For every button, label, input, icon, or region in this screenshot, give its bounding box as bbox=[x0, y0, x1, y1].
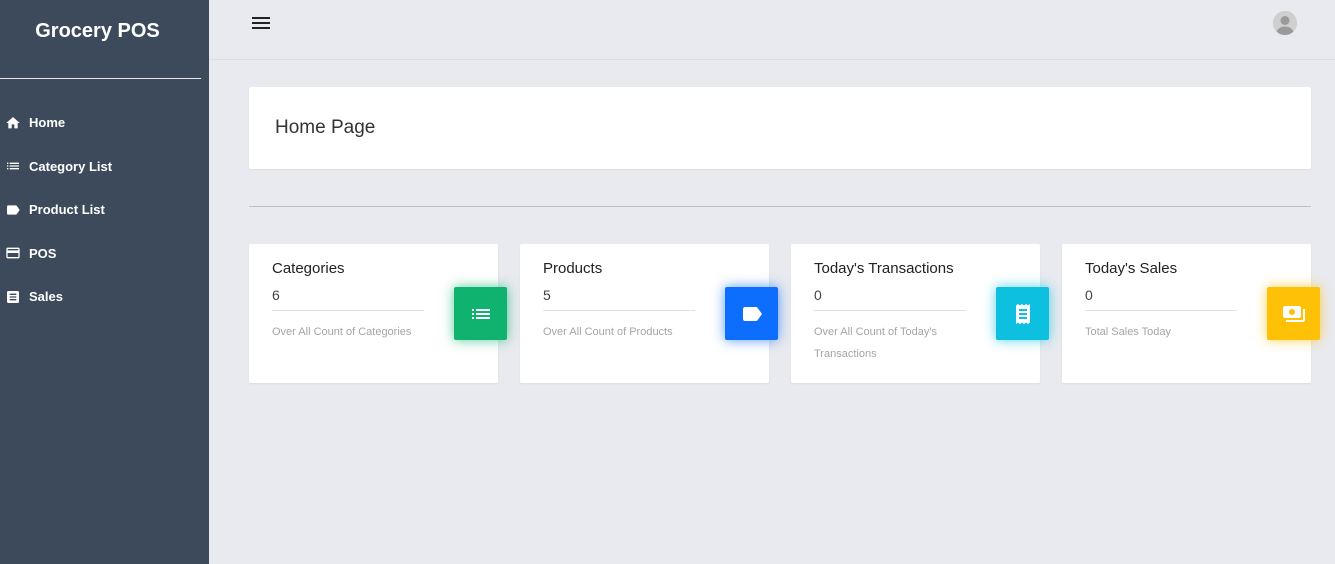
section-divider bbox=[249, 206, 1311, 207]
sidebar-item-category-list[interactable]: Category List bbox=[0, 145, 209, 189]
hamburger-menu-icon[interactable] bbox=[250, 14, 272, 32]
brand-title[interactable]: Grocery POS bbox=[0, 20, 195, 43]
topbar bbox=[209, 0, 1335, 60]
list-icon bbox=[4, 158, 21, 174]
home-icon bbox=[4, 115, 21, 131]
card-description: Over All Count of Today's Transactions bbox=[814, 326, 937, 360]
sidebar-item-product-list[interactable]: Product List bbox=[0, 188, 209, 232]
page-title: Home Page bbox=[275, 117, 376, 138]
sidebar: Grocery POS Home Category List Product L… bbox=[0, 0, 209, 564]
card-title: Categories bbox=[272, 260, 345, 277]
stat-card-products: Products 5 Over All Count of Products bbox=[520, 244, 778, 383]
user-avatar-icon[interactable] bbox=[1273, 11, 1297, 35]
sidebar-item-label: POS bbox=[29, 245, 57, 261]
credit-card-icon bbox=[4, 245, 21, 261]
card-description: Total Sales Today bbox=[1085, 326, 1172, 338]
tag-icon bbox=[4, 202, 21, 218]
card-divider bbox=[543, 310, 695, 311]
sidebar-item-label: Category List bbox=[29, 158, 113, 174]
stat-card-categories: Categories 6 Over All Count of Categorie… bbox=[249, 244, 507, 383]
money-icon bbox=[1267, 287, 1320, 340]
sidebar-nav: Home Category List Product List POS Sale… bbox=[0, 101, 209, 319]
list-icon bbox=[454, 287, 507, 340]
card-value: 5 bbox=[543, 287, 551, 303]
sidebar-item-home[interactable]: Home bbox=[0, 101, 209, 145]
stat-card-todays-transactions: Today's Transactions 0 Over All Count of… bbox=[791, 244, 1049, 383]
tag-icon bbox=[725, 287, 778, 340]
card-title: Today's Sales bbox=[1085, 260, 1178, 277]
card-title: Today's Transactions bbox=[814, 260, 954, 277]
brand-divider bbox=[0, 78, 201, 79]
sidebar-item-sales[interactable]: Sales bbox=[0, 275, 209, 319]
card-divider bbox=[1085, 310, 1237, 311]
card-divider bbox=[814, 310, 966, 311]
card-description: Over All Count of Categories bbox=[272, 326, 412, 338]
receipt-icon bbox=[4, 289, 21, 305]
card-value: 0 bbox=[814, 287, 822, 303]
card-value: 6 bbox=[272, 287, 280, 303]
card-title: Products bbox=[543, 260, 603, 277]
sidebar-item-label: Product List bbox=[29, 202, 105, 218]
card-divider bbox=[272, 310, 424, 311]
stat-card-todays-sales: Today's Sales 0 Total Sales Today bbox=[1062, 244, 1320, 383]
receipt-icon bbox=[996, 287, 1049, 340]
page-header: Home Page bbox=[249, 87, 1311, 169]
sidebar-item-label: Home bbox=[29, 115, 66, 131]
sidebar-item-label: Sales bbox=[29, 289, 63, 305]
card-description: Over All Count of Products bbox=[543, 326, 673, 338]
sidebar-item-pos[interactable]: POS bbox=[0, 232, 209, 276]
card-value: 0 bbox=[1085, 287, 1093, 303]
